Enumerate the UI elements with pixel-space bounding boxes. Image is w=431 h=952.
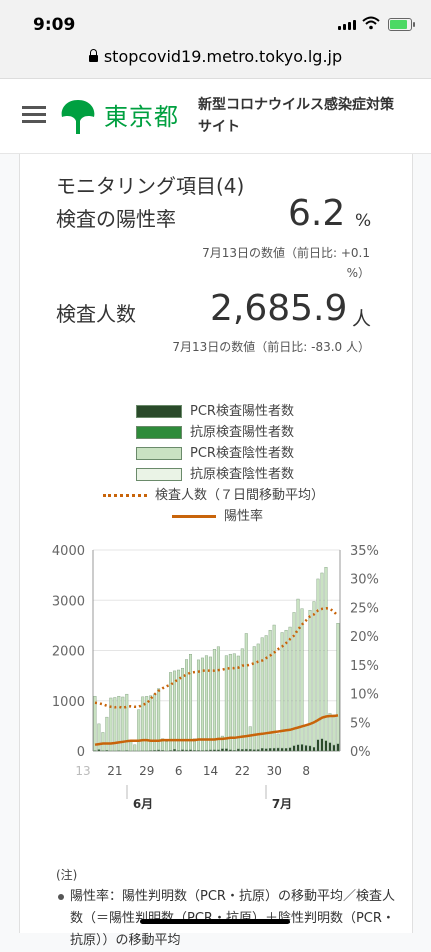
bar-pcr-negative [225,656,228,749]
x-tick-label: 30 [267,764,282,778]
bar-pcr-positive [173,749,176,751]
bar-pcr-negative [269,630,272,748]
bar-pcr-negative [185,660,188,750]
bar-pcr-negative [197,660,200,750]
bar-pcr-negative [145,696,148,750]
month-label: 6月 [133,797,153,811]
bar-pcr-positive [257,749,260,751]
bar-pcr-negative [317,579,320,740]
bar-pcr-positive [289,748,292,751]
bar-pcr-positive [221,749,224,751]
y-left-tick-label: 3000 [52,594,85,609]
bar-pcr-positive [241,749,244,751]
bar-pcr-positive [273,748,276,751]
bar-pcr-positive [253,750,256,751]
y-left-tick-label: 2000 [52,645,85,660]
bar-pcr-positive [261,748,264,751]
bar-pcr-positive [305,745,308,751]
bar-pcr-negative [273,625,276,748]
bar-pcr-negative [313,602,316,748]
bar-pcr-positive [229,750,232,751]
x-tick-label: 6 [175,764,183,778]
y-right-tick-label: 35% [350,544,379,559]
bar-pcr-negative [305,725,308,745]
bar-pcr-negative [98,724,101,750]
bar-pcr-negative [149,696,152,751]
bar-pcr-positive [321,739,324,751]
bar-pcr-positive [301,744,304,751]
bar-pcr-positive [329,743,332,751]
bar-pcr-negative [106,717,109,750]
x-tick-label: 8 [302,764,310,778]
bar-pcr-negative [241,649,244,750]
bar-pcr-positive [237,749,240,751]
x-tick-label: 14 [203,764,218,778]
tests-chart: 0 1000 2000 3000 4000 0% 5% 10% 15% 20% 25% 30% 35% 1… [0,0,431,933]
bar-pcr-negative [301,609,304,745]
bar-pcr-negative [205,656,208,750]
x-tick-label: 13 [75,764,90,778]
bar-pcr-positive [249,749,252,751]
bar-pcr-negative [177,670,180,750]
bar-pcr-positive [309,746,312,751]
bar-pcr-negative [181,668,184,749]
bar-pcr-negative [94,696,97,750]
bar-pcr-positive [313,747,316,751]
bar-pcr-negative [213,649,216,750]
x-tick-label: 21 [107,764,122,778]
bar-pcr-negative [189,654,192,749]
y-right-tick-label: 15% [350,659,379,674]
x-tick-label: 22 [235,764,250,778]
bar-pcr-negative [321,573,324,739]
y-right-tick-label: 25% [350,601,379,616]
bar-pcr-positive [285,748,288,751]
y-right-tick-label: 5% [350,716,371,731]
bar-pcr-positive [269,748,272,751]
bar-pcr-negative [277,734,280,748]
bar-pcr-negative [102,732,105,750]
bar-pcr-positive [293,746,296,751]
bar-pcr-negative [333,715,336,745]
notes-title: (注) [56,866,77,883]
bar-pcr-positive [281,748,284,751]
bar-pcr-negative [137,710,140,751]
month-label: 7月 [272,797,292,811]
bar-pcr-negative [245,633,248,749]
bar-pcr-negative [293,612,296,745]
bar-pcr-negative [173,671,176,749]
y-right-tick-label: 10% [350,688,379,703]
bar-pcr-negative [265,636,268,749]
bar-pcr-negative [129,741,132,751]
bar-pcr-negative [141,697,144,751]
y-left-tick-label: 0 [77,745,85,760]
bar-pcr-positive [297,745,300,751]
x-tick-label: 29 [139,764,154,778]
bar-pcr-negative [297,599,300,745]
bar-pcr-positive [277,748,280,751]
bar-pcr-negative [337,623,340,744]
bar-pcr-negative [325,567,328,740]
bar-pcr-positive [181,750,184,751]
bar-pcr-negative [217,647,220,750]
bar-pcr-negative [329,713,332,742]
y-right-tick-label: 30% [350,573,379,588]
bar-pcr-positive [337,744,340,751]
bar-pcr-negative [249,727,252,750]
bar-pcr-negative [261,638,264,749]
bar-pcr-positive [333,745,336,751]
y-right-tick-label: 20% [350,630,379,645]
bar-pcr-negative [237,656,240,749]
bar-pcr-positive [265,749,268,751]
y-right-tick-label: 0% [350,745,371,760]
y-left-tick-label: 4000 [52,544,85,559]
bar-pcr-positive [325,741,328,751]
bar-pcr-negative [133,745,136,751]
bar-pcr-negative [165,742,168,751]
y-left-tick-label: 1000 [52,695,85,710]
bar-pcr-positive [225,749,228,751]
bar-pcr-positive [317,740,320,751]
bar-pcr-positive [98,749,101,751]
home-indicator [140,919,290,924]
bar-pcr-positive [245,749,248,751]
